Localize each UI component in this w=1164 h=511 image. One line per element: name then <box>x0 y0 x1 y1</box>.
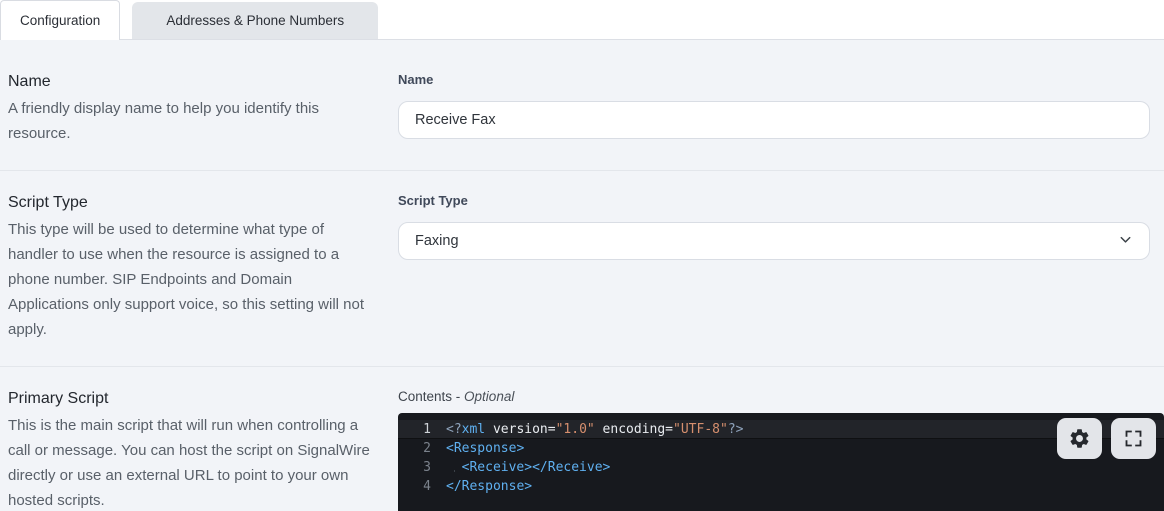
script-type-field-label: Script Type <box>398 191 1150 211</box>
name-input[interactable] <box>398 101 1150 139</box>
code-editor[interactable]: 1<?xml version="1.0" encoding="UTF-8"?>2… <box>398 413 1164 511</box>
fullscreen-icon <box>1123 428 1144 449</box>
code-editor-wrapper: 1<?xml version="1.0" encoding="UTF-8"?>2… <box>398 413 1164 511</box>
name-row-info: Name A friendly display name to help you… <box>8 70 398 146</box>
settings-icon <box>1068 427 1091 450</box>
code-line[interactable]: 3<Receive></Receive> <box>398 458 1164 477</box>
script-type-selected-value: Faxing <box>415 233 459 249</box>
line-number: 4 <box>398 477 446 496</box>
contents-label-prefix: Contents - <box>398 389 460 404</box>
editor-toolbar <box>1057 418 1156 459</box>
script-type-field-group: Script Type Faxing <box>398 191 1150 342</box>
script-type-select[interactable]: Faxing <box>398 222 1150 260</box>
code-line[interactable]: 1<?xml version="1.0" encoding="UTF-8"?> <box>398 420 1164 439</box>
primary-script-heading: Primary Script <box>8 387 370 411</box>
name-heading: Name <box>8 70 370 94</box>
name-field-group: Name <box>398 70 1150 146</box>
primary-script-row-info: Primary Script This is the main script t… <box>8 387 398 511</box>
tab-addresses-phone-numbers[interactable]: Addresses & Phone Numbers <box>132 2 378 39</box>
contents-label-optional: Optional <box>464 389 514 404</box>
script-type-row-info: Script Type This type will be used to de… <box>8 191 398 342</box>
code-line[interactable]: 4</Response> <box>398 477 1164 496</box>
code-lines: 1<?xml version="1.0" encoding="UTF-8"?>2… <box>398 420 1164 496</box>
tab-configuration-label: Configuration <box>20 13 100 28</box>
script-type-description: This type will be used to determine what… <box>8 217 370 342</box>
editor-fullscreen-button[interactable] <box>1111 418 1156 459</box>
name-field-label: Name <box>398 70 1150 90</box>
script-type-row: Script Type This type will be used to de… <box>0 170 1164 366</box>
contents-field-label: Contents - Optional <box>398 387 1164 407</box>
code-line[interactable]: 2<Response> <box>398 439 1164 458</box>
configuration-panel: Name A friendly display name to help you… <box>0 40 1164 511</box>
chevron-down-icon <box>1118 232 1133 251</box>
line-number: 1 <box>398 420 446 439</box>
line-number: 3 <box>398 458 446 477</box>
primary-script-field-group: Contents - Optional 1<?xml version="1.0"… <box>398 387 1164 511</box>
code-text: <?xml version="1.0" encoding="UTF-8"?> <box>446 420 743 439</box>
code-text: </Response> <box>446 477 532 496</box>
tab-addresses-phone-numbers-label: Addresses & Phone Numbers <box>166 13 344 28</box>
line-number: 2 <box>398 439 446 458</box>
code-text: <Receive></Receive> <box>446 458 610 477</box>
primary-script-row: Primary Script This is the main script t… <box>0 366 1164 511</box>
editor-settings-button[interactable] <box>1057 418 1102 459</box>
name-description: A friendly display name to help you iden… <box>8 96 370 146</box>
tab-configuration[interactable]: Configuration <box>0 0 120 40</box>
tab-bar: Configuration Addresses & Phone Numbers <box>0 0 1164 40</box>
code-text: <Response> <box>446 439 524 458</box>
primary-script-description: This is the main script that will run wh… <box>8 413 370 511</box>
script-type-heading: Script Type <box>8 191 370 215</box>
name-row: Name A friendly display name to help you… <box>0 50 1164 170</box>
